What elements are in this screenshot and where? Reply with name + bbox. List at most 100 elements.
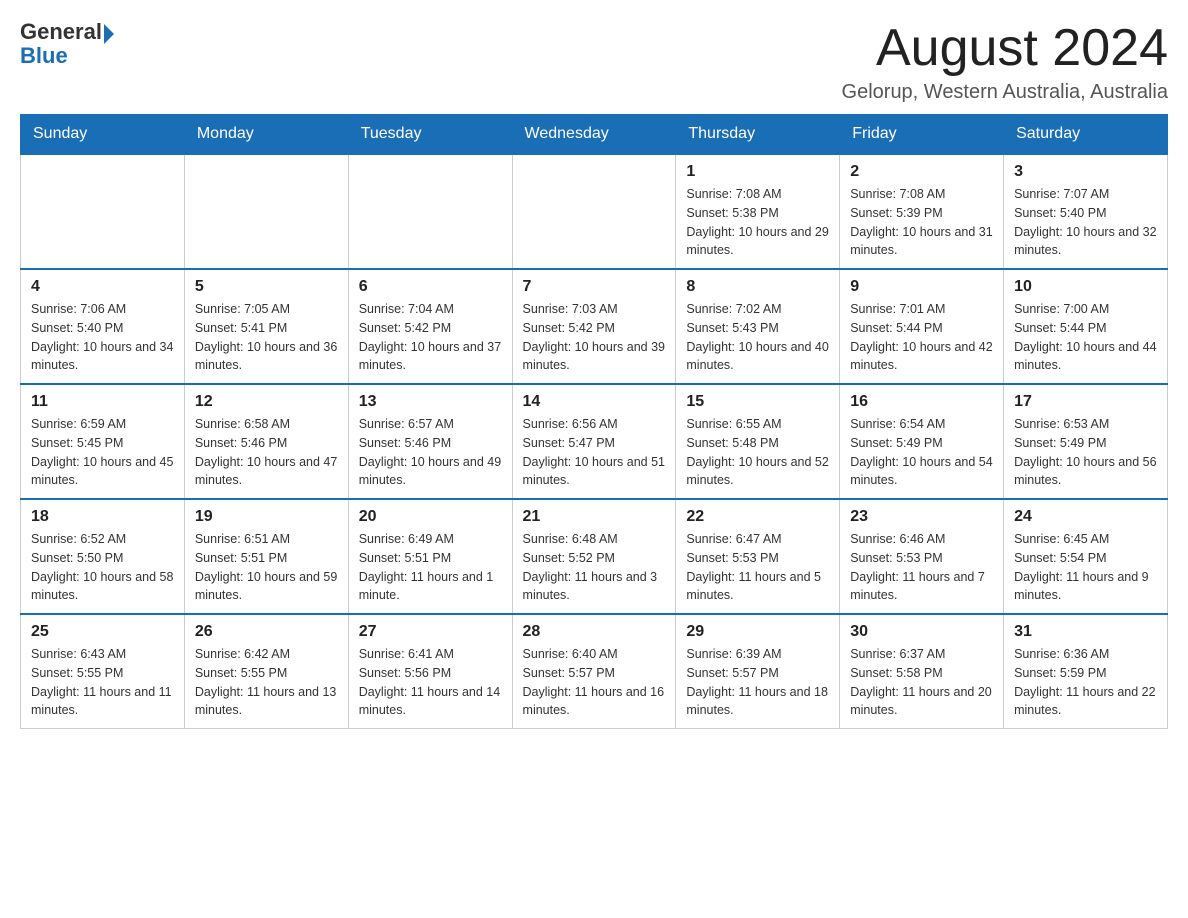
day-info: Sunrise: 6:55 AMSunset: 5:48 PMDaylight:… (686, 415, 829, 490)
day-number: 17 (1014, 393, 1157, 411)
table-row: 28 Sunrise: 6:40 AMSunset: 5:57 PMDayligh… (512, 614, 676, 729)
month-year-title: August 2024 (842, 20, 1168, 77)
day-number: 6 (359, 278, 502, 296)
table-row: 30 Sunrise: 6:37 AMSunset: 5:58 PMDayligh… (840, 614, 1004, 729)
day-number: 18 (31, 508, 174, 526)
table-row: 29 Sunrise: 6:39 AMSunset: 5:57 PMDayligh… (676, 614, 840, 729)
day-number: 20 (359, 508, 502, 526)
calendar-week-row: 11 Sunrise: 6:59 AMSunset: 5:45 PMDayligh… (21, 384, 1168, 499)
table-row (512, 154, 676, 269)
day-number: 28 (523, 623, 666, 641)
table-row: 3 Sunrise: 7:07 AMSunset: 5:40 PMDaylight… (1004, 154, 1168, 269)
day-number: 31 (1014, 623, 1157, 641)
table-row: 13Sunrise: 6:57 AMSunset: 5:46 PMDayligh… (348, 384, 512, 499)
day-info: Sunrise: 6:51 AMSunset: 5:51 PMDaylight:… (195, 530, 338, 605)
day-info: Sunrise: 6:37 AMSunset: 5:58 PMDaylight:… (850, 645, 993, 720)
table-row: 24 Sunrise: 6:45 AMSunset: 5:54 PMDayligh… (1004, 499, 1168, 614)
day-info: Sunrise: 6:40 AMSunset: 5:57 PMDaylight:… (523, 645, 666, 720)
calendar-week-row: 18Sunrise: 6:52 AMSunset: 5:50 PMDayligh… (21, 499, 1168, 614)
title-area: August 2024 Gelorup, Western Australia, … (842, 20, 1168, 104)
table-row: 21 Sunrise: 6:48 AMSunset: 5:52 PMDayligh… (512, 499, 676, 614)
location-subtitle: Gelorup, Western Australia, Australia (842, 81, 1168, 104)
logo-general: General (20, 20, 102, 44)
day-number: 10 (1014, 278, 1157, 296)
table-row: 19 Sunrise: 6:51 AMSunset: 5:51 PMDayligh… (184, 499, 348, 614)
day-number: 25 (31, 623, 174, 641)
day-info: Sunrise: 6:43 AMSunset: 5:55 PMDaylight:… (31, 645, 174, 720)
day-info: Sunrise: 6:56 AMSunset: 5:47 PMDaylight:… (523, 415, 666, 490)
table-row: 12Sunrise: 6:58 AMSunset: 5:46 PMDayligh… (184, 384, 348, 499)
day-info: Sunrise: 6:48 AMSunset: 5:52 PMDaylight:… (523, 530, 666, 605)
col-tuesday: Tuesday (348, 115, 512, 155)
day-number: 3 (1014, 163, 1157, 181)
logo-blue: Blue (20, 44, 114, 68)
day-info: Sunrise: 7:04 AMSunset: 5:42 PMDaylight:… (359, 300, 502, 375)
table-row: 5 Sunrise: 7:05 AMSunset: 5:41 PMDaylight… (184, 269, 348, 384)
table-row: 26 Sunrise: 6:42 AMSunset: 5:55 PMDayligh… (184, 614, 348, 729)
day-info: Sunrise: 7:07 AMSunset: 5:40 PMDaylight:… (1014, 185, 1157, 260)
day-info: Sunrise: 7:08 AMSunset: 5:39 PMDaylight:… (850, 185, 993, 260)
day-info: Sunrise: 6:57 AMSunset: 5:46 PMDaylight:… (359, 415, 502, 490)
day-number: 4 (31, 278, 174, 296)
day-info: Sunrise: 7:02 AMSunset: 5:43 PMDaylight:… (686, 300, 829, 375)
table-row: 11 Sunrise: 6:59 AMSunset: 5:45 PMDayligh… (21, 384, 185, 499)
calendar-header-row: Sunday Monday Tuesday Wednesday Thursday… (21, 115, 1168, 155)
day-info: Sunrise: 6:49 AMSunset: 5:51 PMDaylight:… (359, 530, 502, 605)
day-number: 19 (195, 508, 338, 526)
day-number: 27 (359, 623, 502, 641)
table-row: 23Sunrise: 6:46 AMSunset: 5:53 PMDayligh… (840, 499, 1004, 614)
table-row: 18Sunrise: 6:52 AMSunset: 5:50 PMDayligh… (21, 499, 185, 614)
table-row (348, 154, 512, 269)
day-number: 15 (686, 393, 829, 411)
day-info: Sunrise: 6:47 AMSunset: 5:53 PMDaylight:… (686, 530, 829, 605)
day-number: 1 (686, 163, 829, 181)
day-info: Sunrise: 6:41 AMSunset: 5:56 PMDaylight:… (359, 645, 502, 720)
day-number: 5 (195, 278, 338, 296)
day-number: 23 (850, 508, 993, 526)
table-row: 17Sunrise: 6:53 AMSunset: 5:49 PMDayligh… (1004, 384, 1168, 499)
table-row: 27 Sunrise: 6:41 AMSunset: 5:56 PMDayligh… (348, 614, 512, 729)
day-number: 26 (195, 623, 338, 641)
day-info: Sunrise: 7:05 AMSunset: 5:41 PMDaylight:… (195, 300, 338, 375)
col-wednesday: Wednesday (512, 115, 676, 155)
table-row: 6 Sunrise: 7:04 AMSunset: 5:42 PMDaylight… (348, 269, 512, 384)
day-number: 11 (31, 393, 174, 411)
col-sunday: Sunday (21, 115, 185, 155)
day-number: 2 (850, 163, 993, 181)
table-row: 14Sunrise: 6:56 AMSunset: 5:47 PMDayligh… (512, 384, 676, 499)
table-row (21, 154, 185, 269)
day-number: 30 (850, 623, 993, 641)
table-row: 10Sunrise: 7:00 AMSunset: 5:44 PMDayligh… (1004, 269, 1168, 384)
day-info: Sunrise: 6:42 AMSunset: 5:55 PMDaylight:… (195, 645, 338, 720)
table-row: 1 Sunrise: 7:08 AMSunset: 5:38 PMDaylight… (676, 154, 840, 269)
day-number: 16 (850, 393, 993, 411)
day-number: 12 (195, 393, 338, 411)
calendar-week-row: 25 Sunrise: 6:43 AMSunset: 5:55 PMDayligh… (21, 614, 1168, 729)
logo-arrow-icon (104, 24, 114, 44)
day-number: 29 (686, 623, 829, 641)
col-monday: Monday (184, 115, 348, 155)
table-row: 22 Sunrise: 6:47 AMSunset: 5:53 PMDayligh… (676, 499, 840, 614)
table-row: 8Sunrise: 7:02 AMSunset: 5:43 PMDaylight… (676, 269, 840, 384)
calendar-week-row: 4Sunrise: 7:06 AMSunset: 5:40 PMDaylight… (21, 269, 1168, 384)
day-number: 7 (523, 278, 666, 296)
day-info: Sunrise: 6:59 AMSunset: 5:45 PMDaylight:… (31, 415, 174, 490)
table-row: 9 Sunrise: 7:01 AMSunset: 5:44 PMDaylight… (840, 269, 1004, 384)
day-number: 9 (850, 278, 993, 296)
col-thursday: Thursday (676, 115, 840, 155)
day-info: Sunrise: 6:39 AMSunset: 5:57 PMDaylight:… (686, 645, 829, 720)
day-number: 22 (686, 508, 829, 526)
day-number: 21 (523, 508, 666, 526)
day-number: 24 (1014, 508, 1157, 526)
table-row: 2 Sunrise: 7:08 AMSunset: 5:39 PMDaylight… (840, 154, 1004, 269)
day-info: Sunrise: 7:08 AMSunset: 5:38 PMDaylight:… (686, 185, 829, 260)
table-row: 7Sunrise: 7:03 AMSunset: 5:42 PMDaylight… (512, 269, 676, 384)
table-row: 25 Sunrise: 6:43 AMSunset: 5:55 PMDayligh… (21, 614, 185, 729)
col-saturday: Saturday (1004, 115, 1168, 155)
day-info: Sunrise: 7:01 AMSunset: 5:44 PMDaylight:… (850, 300, 993, 375)
table-row: 4Sunrise: 7:06 AMSunset: 5:40 PMDaylight… (21, 269, 185, 384)
calendar-table: Sunday Monday Tuesday Wednesday Thursday… (20, 114, 1168, 729)
day-info: Sunrise: 6:54 AMSunset: 5:49 PMDaylight:… (850, 415, 993, 490)
table-row (184, 154, 348, 269)
day-info: Sunrise: 6:45 AMSunset: 5:54 PMDaylight:… (1014, 530, 1157, 605)
